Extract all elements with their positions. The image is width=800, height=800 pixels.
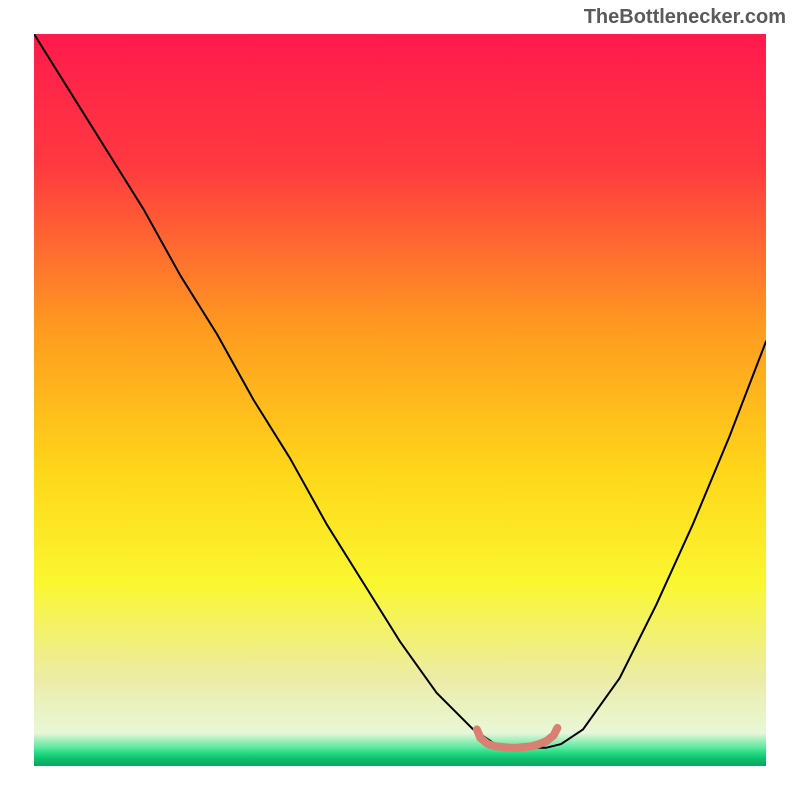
- watermark-text: TheBottlenecker.com: [584, 6, 786, 29]
- chart-plot: [34, 34, 766, 766]
- chart-frame: [34, 34, 766, 766]
- gradient-background: [34, 34, 766, 766]
